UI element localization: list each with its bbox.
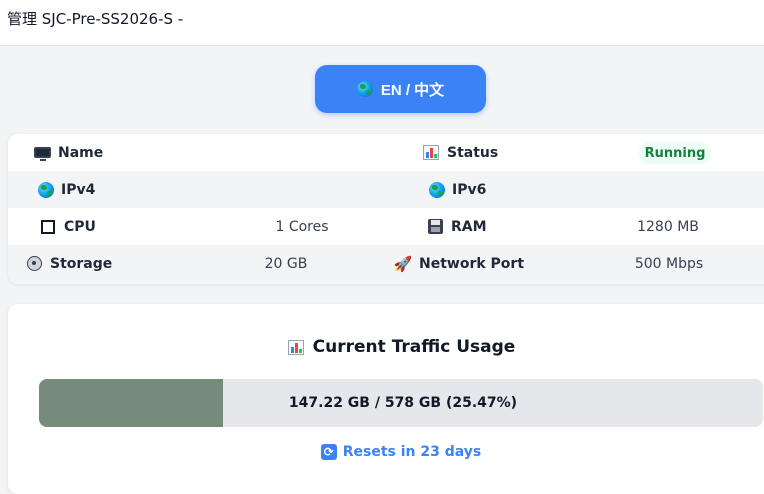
info-row-ipv4-ipv6: IPv4 IPv6 [8,171,764,208]
network-port-label-cell: 🚀 Network Port [394,245,524,282]
ipv4-label: IPv4 [61,181,96,198]
storage-label: Storage [50,255,113,272]
bar-chart-icon [422,144,440,162]
monitor-icon [33,144,51,162]
cpu-label: CPU [64,218,96,235]
cpu-icon [39,218,57,236]
info-row-cpu-ram: CPU 1 Cores RAM 1280 MB [8,208,764,245]
disk-icon [25,255,43,273]
cpu-value: 1 Cores [275,218,329,235]
traffic-title-text: Current Traffic Usage [312,337,516,357]
ipv6-label-cell: IPv6 [429,171,486,208]
traffic-title: Current Traffic Usage [8,337,764,357]
cpu-label-cell: CPU [39,208,96,245]
network-port-label: Network Port [419,255,525,272]
window-title: 管理 SJC-Pre-SS2026-S - [7,10,184,28]
name-label-cell: Name [33,134,103,171]
traffic-reset-info: ⟳ Resets in 23 days [8,444,764,460]
name-label: Name [58,144,104,161]
traffic-reset-text: Resets in 23 days [342,444,482,460]
language-toggle-button[interactable]: EN / 中文 [315,65,486,113]
name-value [218,134,388,171]
language-toggle-label: EN / 中文 [380,81,445,99]
rocket-icon: 🚀 [393,254,413,273]
reload-icon: ⟳ [320,444,337,460]
globe-icon [356,81,373,97]
ipv4-label-cell: IPv4 [38,171,95,208]
status-label-cell: Status [422,134,498,171]
globe-icon [38,181,54,198]
floppy-disk-icon [426,218,444,236]
traffic-usage-card: Current Traffic Usage 147.22 GB / 578 GB… [8,304,764,494]
ram-value: 1280 MB [637,218,699,235]
bar-chart-icon [287,338,305,356]
traffic-usage-text: 147.22 GB / 578 GB (25.47%) [288,395,518,411]
ipv6-value [608,171,748,208]
traffic-progress-bar: 147.22 GB / 578 GB (25.47%) [39,379,763,427]
ram-label-cell: RAM [426,208,487,245]
storage-value: 20 GB [264,255,308,272]
main-content: EN / 中文 Name Status Running IPv4 IPv6 CP… [0,46,764,494]
storage-label-cell: Storage [25,245,112,282]
network-port-value: 500 Mbps [634,255,704,272]
globe-icon [429,181,445,198]
ipv6-label: IPv6 [452,181,487,198]
info-row-storage-network: Storage 20 GB 🚀 Network Port 500 Mbps [8,245,764,284]
ram-label: RAM [451,218,487,235]
status-badge: Running [639,142,711,164]
status-label: Status [447,144,499,161]
info-row-name-status: Name Status Running [8,134,764,171]
ipv4-value [218,171,388,208]
title-bar: 管理 SJC-Pre-SS2026-S - [0,0,764,46]
server-info-card: Name Status Running IPv4 IPv6 CPU 1 Core… [8,134,764,284]
